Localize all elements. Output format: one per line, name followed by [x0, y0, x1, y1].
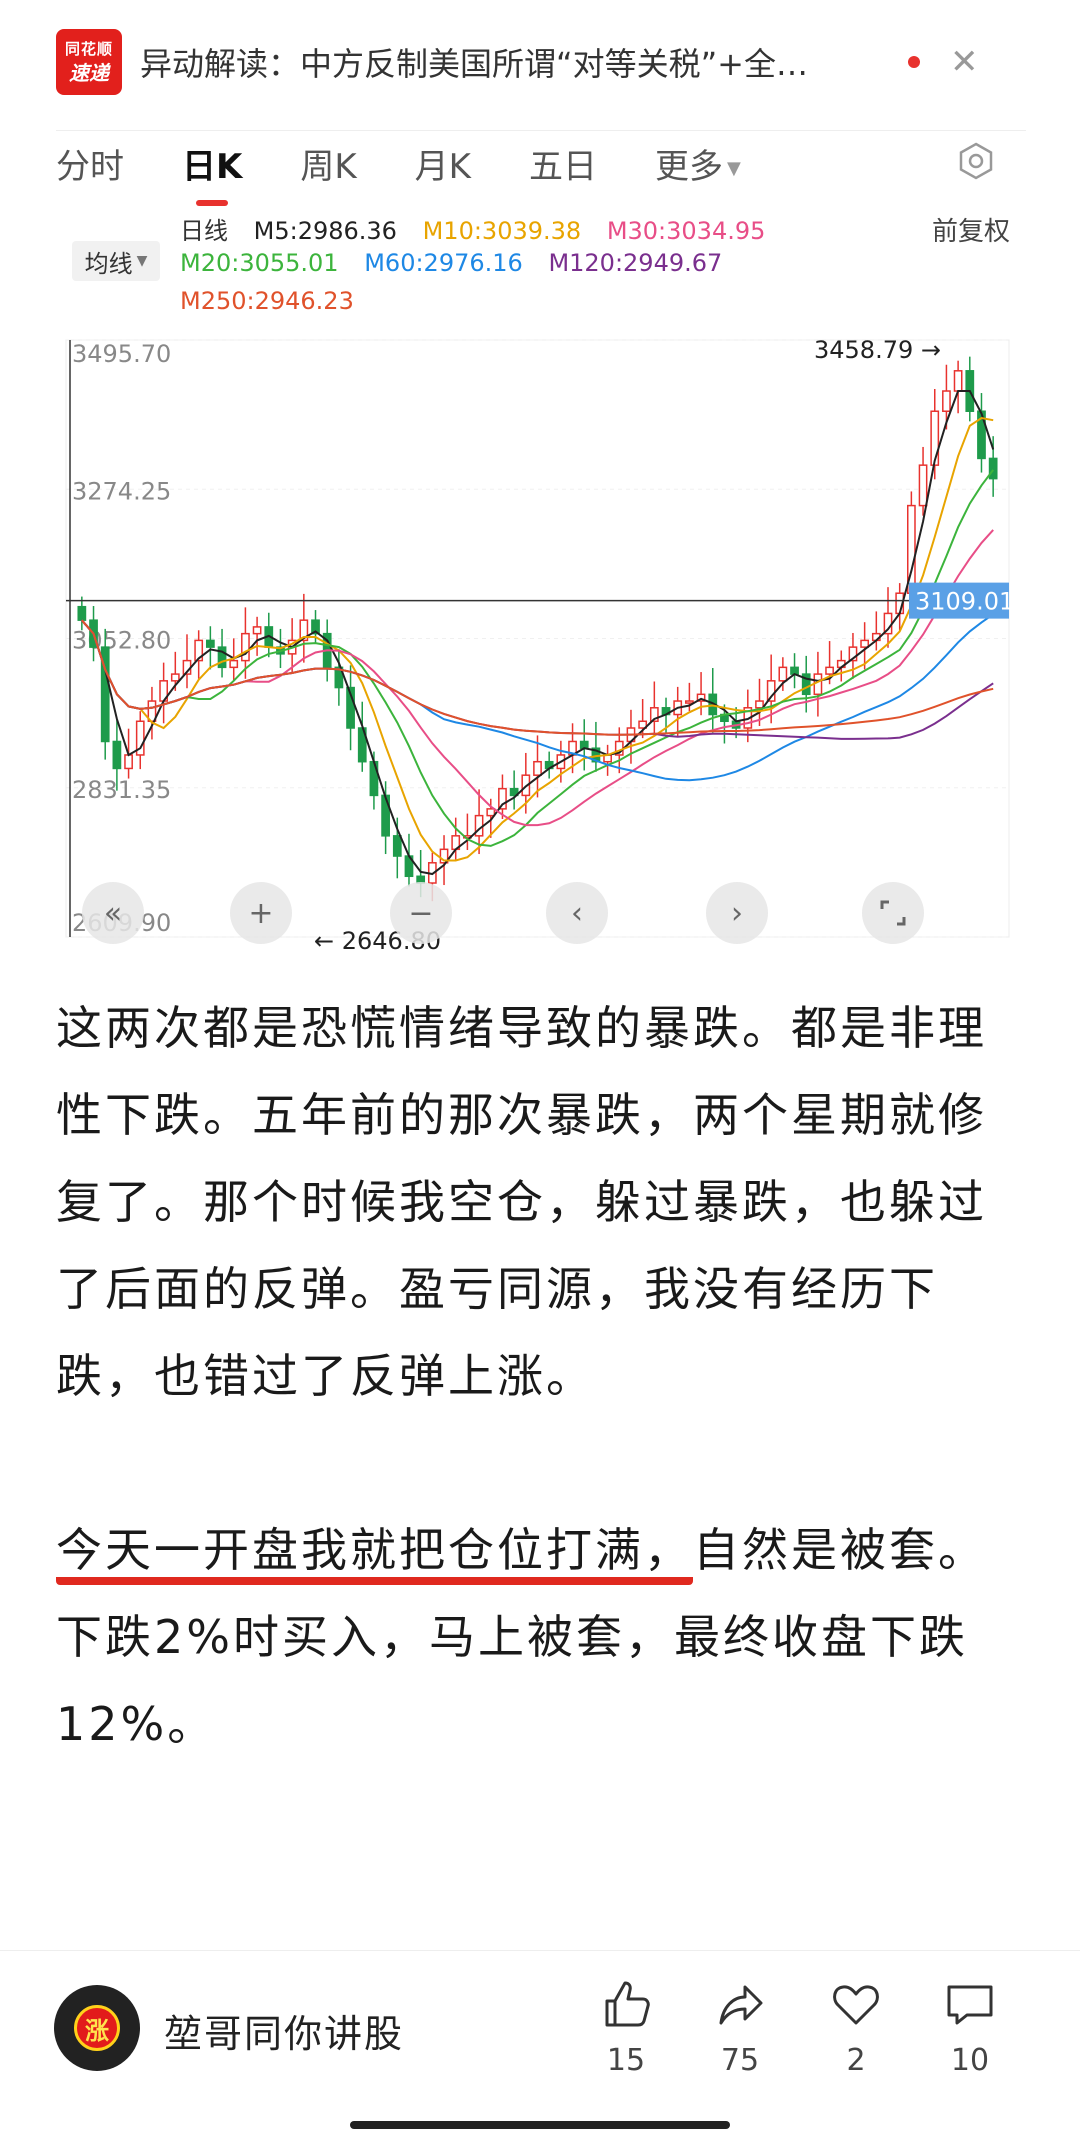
tab-monthly-k[interactable]: 月K	[415, 139, 471, 188]
candle-body	[392, 835, 402, 857]
candle-body	[930, 410, 940, 466]
tab-weekly-k[interactable]: 周K	[300, 139, 356, 188]
candle-body	[533, 760, 542, 776]
post-body: 这两次都是恐慌情绪导致的暴跌。都是非理性下跌。五年前的那次暴跌，两个星期就修复了…	[56, 985, 1026, 1768]
ma250-value: M250:2946.23	[180, 287, 354, 315]
fast-back-button[interactable]: «	[82, 882, 144, 944]
candle-body	[205, 639, 215, 648]
unread-dot	[908, 56, 920, 68]
banner-title[interactable]: 异动解读：中方反制美国所谓“对等关税”+全…	[140, 39, 900, 85]
zoom-out-button[interactable]: −	[390, 882, 452, 944]
ma60-value: M60:2976.16	[364, 249, 523, 277]
tab-more[interactable]: 更多 ▼	[655, 139, 741, 188]
adjust-mode[interactable]: 前复权	[932, 211, 1010, 248]
scroll-left-button[interactable]: ‹	[546, 882, 608, 944]
candle-body	[953, 370, 963, 392]
fullscreen-icon	[880, 900, 906, 926]
period-tabs: 分时 日K 周K 月K 五日 更多 ▼	[56, 130, 1026, 206]
candle-body	[778, 666, 788, 682]
candle-body	[860, 639, 870, 648]
candle-body	[170, 673, 180, 682]
news-banner[interactable]: 同花顺 速递 异动解读：中方反制美国所谓“对等关税”+全… ✕	[56, 22, 1026, 102]
comment-count: 10	[950, 2043, 990, 2078]
y-tick-label: 3052.80	[72, 627, 171, 655]
ma30-value: M30:3034.95	[606, 217, 766, 245]
tab-five-day[interactable]: 五日	[529, 139, 597, 188]
ma5-value: M5:2986.36	[253, 217, 397, 245]
candle-body	[755, 700, 764, 709]
share-icon	[719, 1985, 763, 2025]
ma-line-m5	[81, 390, 995, 876]
home-indicator	[350, 2121, 730, 2129]
kline-svg[interactable]: 3495.703274.253052.802831.352609.903109.…	[64, 322, 1014, 957]
candle-body	[988, 457, 998, 480]
author-name[interactable]: 堃哥同你讲股	[164, 2003, 404, 2058]
candle-body	[112, 740, 122, 770]
zoom-in-button[interactable]: +	[230, 882, 292, 944]
app-logo: 同花顺 速递	[56, 29, 122, 95]
ma-line-m250	[81, 619, 994, 736]
y-tick-label: 3495.70	[72, 340, 171, 368]
heart-icon	[833, 1985, 879, 2025]
crosshair-price-label: 3109.01	[915, 588, 1014, 616]
candle-body	[918, 464, 928, 507]
avatar[interactable]: 涨	[54, 1985, 140, 2071]
candle-body	[124, 754, 133, 770]
candle-body	[381, 794, 390, 837]
paragraph-2: 今天一开盘我就把仓位打满，自然是被套。下跌2%时买入，马上被套，最终收盘下跌12…	[56, 1523, 987, 1751]
candle-body	[942, 390, 951, 412]
share-count: 75	[720, 2043, 760, 2078]
paragraph-1: 这两次都是恐慌情绪导致的暴跌。都是非理性下跌。五年前的那次暴跌，两个星期就修复了…	[56, 1001, 987, 1403]
share-button[interactable]: 75	[700, 1977, 780, 2078]
caret-down-icon: ▼	[726, 157, 741, 179]
favorite-count: 2	[846, 2043, 866, 2078]
kline-chart[interactable]: 3495.703274.253052.802831.352609.903109.…	[64, 322, 1014, 957]
tab-daily-k[interactable]: 日K	[182, 139, 242, 206]
close-icon[interactable]: ✕	[950, 42, 979, 82]
moving-average-legend: 均线 ▼ 日线 M5:2986.36 M10:3039.38 M30:3034.9…	[56, 205, 1026, 320]
candle-body	[486, 808, 496, 817]
high-price-label: 3458.79 →	[814, 336, 941, 364]
comment-icon	[947, 1985, 993, 2025]
comment-button[interactable]: 10	[930, 1977, 1010, 2078]
thumbs-up-icon	[605, 1981, 650, 2027]
ma10-value: M10:3039.38	[422, 217, 582, 245]
like-button[interactable]: 15	[586, 1977, 666, 2078]
y-tick-label: 3274.25	[72, 477, 171, 505]
highlighted-phrase: 今天一开盘我就把仓位打满，	[56, 1523, 693, 1585]
settings-icon[interactable]	[956, 141, 996, 181]
caret-down-icon: ▼	[136, 253, 148, 269]
like-count: 15	[606, 2043, 646, 2078]
post-footer: 涨 堃哥同你讲股 15 75 2 10	[0, 1950, 1080, 2131]
tab-intraday[interactable]: 分时	[56, 139, 124, 188]
period-label: 日线	[180, 217, 228, 245]
candle-body	[241, 632, 250, 662]
y-tick-label: 2831.35	[72, 776, 171, 804]
candle-body	[229, 659, 239, 669]
candle-body	[252, 626, 262, 635]
ma20-value: M20:3055.01	[180, 249, 339, 277]
scroll-right-button[interactable]: ›	[706, 882, 768, 944]
candle-body	[685, 700, 694, 704]
ma120-value: M120:2949.67	[548, 249, 723, 277]
ma-selector-button[interactable]: 均线 ▼	[72, 241, 160, 281]
candle-body	[825, 666, 834, 675]
candle-body	[77, 605, 87, 621]
favorite-button[interactable]: 2	[816, 1977, 896, 2078]
fullscreen-button[interactable]	[862, 882, 924, 944]
